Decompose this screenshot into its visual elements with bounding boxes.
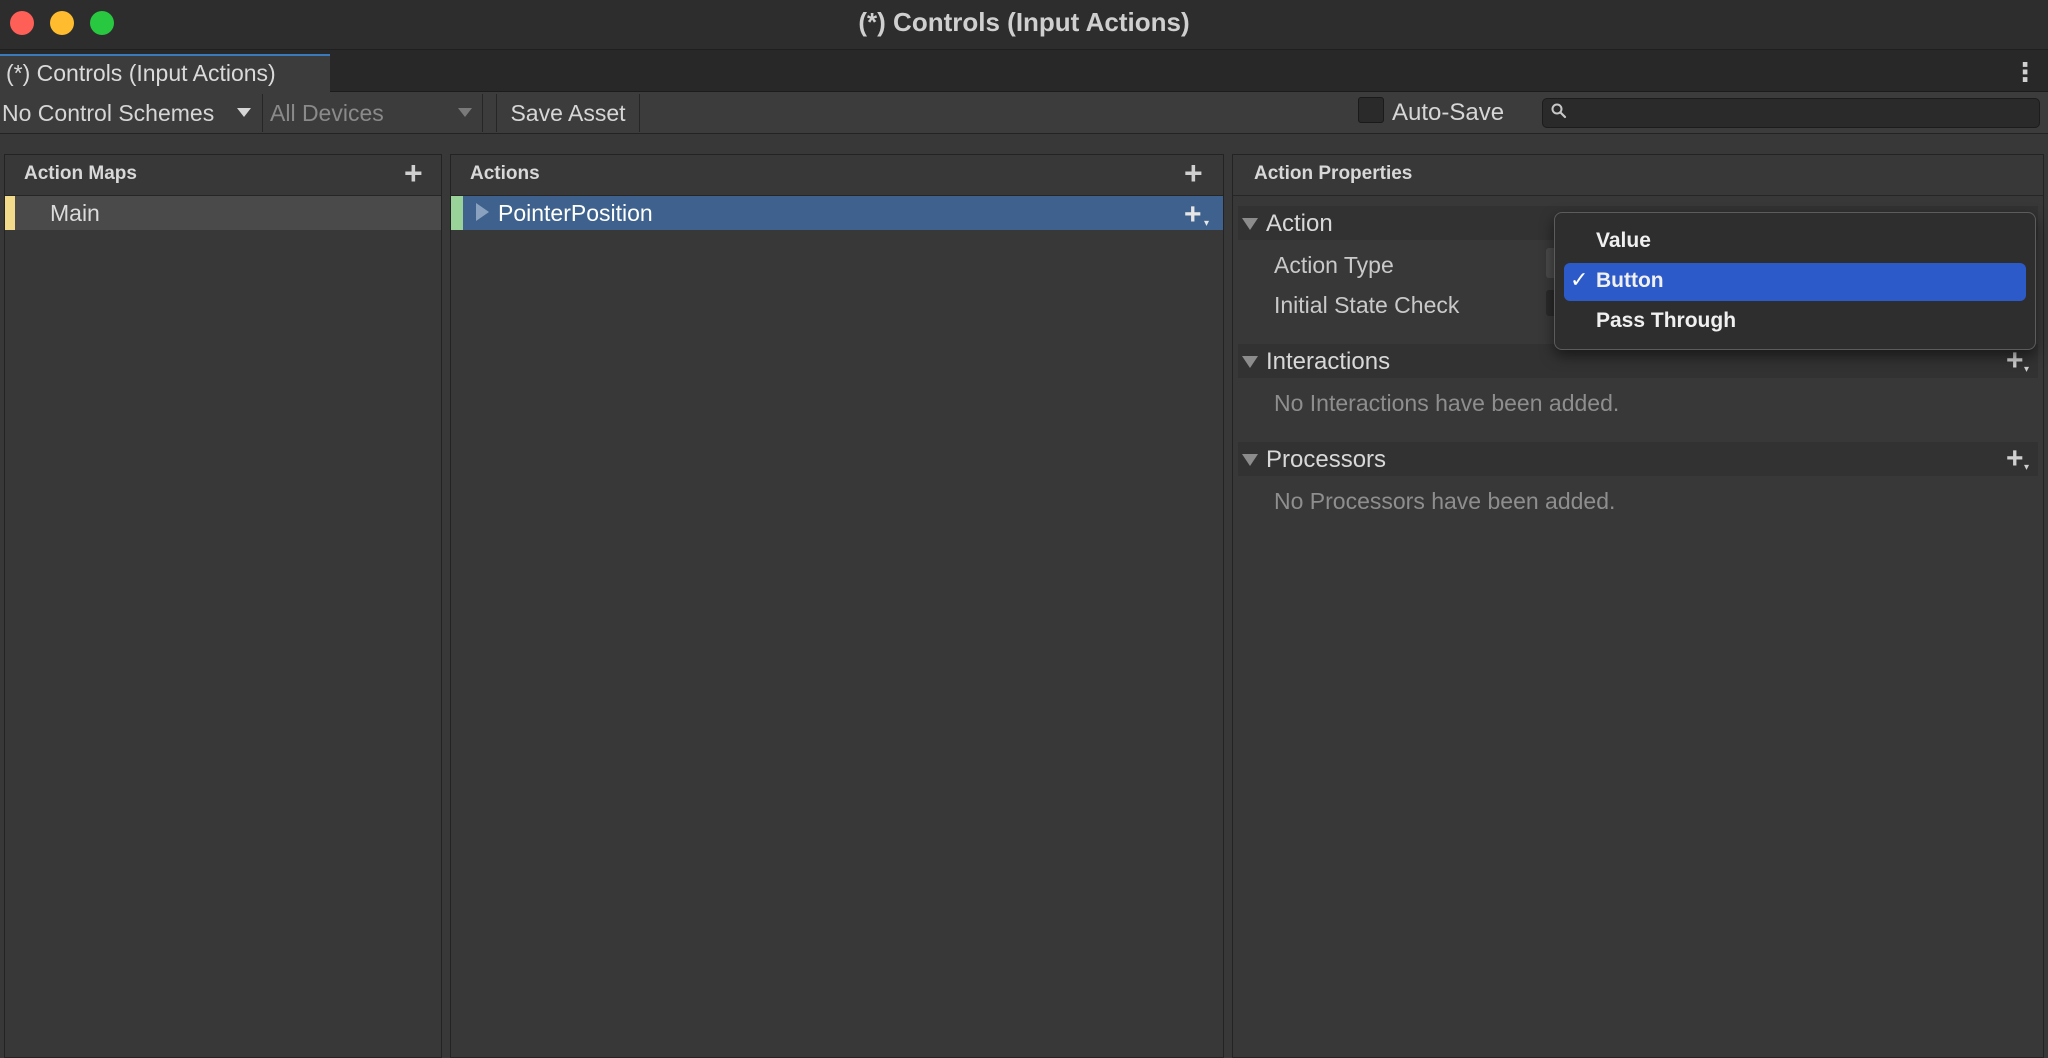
actions-header: Actions bbox=[470, 163, 540, 184]
action-label: PointerPosition bbox=[498, 200, 653, 226]
action-properties-header: Action Properties bbox=[1254, 163, 1413, 184]
collapse-triangle-icon[interactable] bbox=[1242, 356, 1258, 368]
action-section-title: Action bbox=[1266, 210, 1333, 237]
toolbar-divider bbox=[482, 94, 483, 132]
search-input[interactable] bbox=[1542, 98, 2040, 128]
add-processor-icon[interactable]: + bbox=[2006, 442, 2024, 476]
checkmark-icon: ✓ bbox=[1570, 267, 1589, 292]
control-scheme-dropdown[interactable]: No Control Schemes bbox=[0, 94, 260, 132]
action-maps-pane bbox=[4, 154, 442, 1058]
save-asset-button[interactable]: Save Asset bbox=[496, 94, 640, 132]
autosave-checkbox[interactable] bbox=[1358, 97, 1384, 123]
interactions-section-title: Interactions bbox=[1266, 348, 1391, 375]
interactions-empty-text: No Interactions have been added. bbox=[1274, 390, 1620, 416]
processors-empty-text: No Processors have been added. bbox=[1274, 488, 1616, 514]
add-action-map-icon[interactable]: + bbox=[404, 157, 423, 189]
tab-input-actions[interactable]: (*) Controls (Input Actions) bbox=[0, 54, 330, 92]
action-type-label: Action Type bbox=[1274, 252, 1394, 278]
expand-arrow-icon[interactable] bbox=[476, 203, 489, 221]
more-options-icon[interactable]: ⋮ bbox=[2012, 58, 2038, 86]
add-action-icon[interactable]: + bbox=[1184, 157, 1203, 189]
toolbar-divider bbox=[262, 94, 263, 132]
action-map-color-stripe bbox=[5, 196, 15, 230]
search-icon bbox=[1551, 103, 1567, 119]
initial-state-check-label: Initial State Check bbox=[1274, 292, 1460, 318]
add-binding-icon[interactable]: + bbox=[1184, 198, 1202, 232]
popup-option-pass-through[interactable]: Pass Through bbox=[1596, 309, 1736, 333]
add-binding-caret-icon: ▾ bbox=[1204, 218, 1210, 229]
devices-caret-icon bbox=[458, 108, 472, 117]
action-maps-header: Action Maps bbox=[24, 163, 137, 184]
add-interaction-caret-icon: ▾ bbox=[2024, 364, 2030, 375]
popup-option-button[interactable]: Button bbox=[1596, 269, 1664, 293]
collapse-triangle-icon[interactable] bbox=[1242, 454, 1258, 466]
devices-dropdown[interactable]: All Devices bbox=[264, 94, 482, 132]
collapse-triangle-icon[interactable] bbox=[1242, 218, 1258, 230]
processors-section-title: Processors bbox=[1266, 446, 1387, 473]
header-divider bbox=[1233, 195, 2043, 196]
actions-pane bbox=[450, 154, 1224, 1058]
popup-option-value[interactable]: Value bbox=[1596, 229, 1651, 253]
autosave-label: Auto-Save bbox=[1392, 99, 1505, 126]
action-map-label: Main bbox=[50, 200, 100, 226]
window-title: (*) Controls (Input Actions) bbox=[858, 7, 1190, 37]
control-scheme-caret-icon bbox=[237, 108, 251, 117]
action-color-stripe bbox=[451, 196, 463, 230]
add-processor-caret-icon: ▾ bbox=[2024, 462, 2030, 473]
